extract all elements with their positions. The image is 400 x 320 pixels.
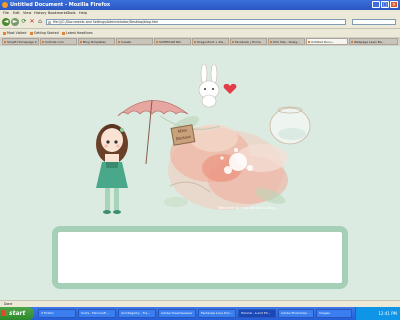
tab[interactable]: Create [116, 38, 153, 45]
menu-file[interactable]: File [3, 11, 9, 15]
search-input[interactable] [352, 19, 396, 25]
taskbar-item[interactable]: Adobe Photoshop ... [278, 309, 314, 318]
page-content: Miss Rerisse Welcome to miss.Rerisse's b… [0, 46, 400, 300]
tab[interactable]: SCHEDULE NO [154, 38, 191, 45]
bookmark-most-visited[interactable]: Most Visited [3, 31, 26, 35]
title-bar: Untitled Document - Mozilla Firefox _ □ … [0, 0, 400, 10]
tab[interactable]: Pick Site - Desig... [268, 38, 305, 45]
taskbar-item[interactable]: Scots - Microsoft ... [78, 309, 116, 318]
windows-logo-icon [2, 310, 8, 316]
maximize-button[interactable]: □ [381, 1, 389, 8]
bookmark-getting-started[interactable]: Getting Started [30, 31, 59, 35]
girl-character [96, 124, 128, 214]
close-button[interactable]: × [390, 1, 398, 8]
menu-history[interactable]: History [34, 11, 46, 15]
menu-view[interactable]: View [23, 11, 31, 15]
heart-icon [223, 83, 237, 94]
taskbar: start 3 Firefox Scots - Microsoft ... dv… [0, 307, 400, 320]
menu-help[interactable]: Help [79, 11, 87, 15]
bunny [198, 63, 220, 108]
content-box [52, 226, 348, 289]
page-icon [48, 21, 51, 24]
status-text: Done [4, 302, 13, 306]
window-title: Untitled Document - Mozilla Firefox [10, 2, 111, 8]
tab[interactable]: Blog Templates [78, 38, 115, 45]
bookmark-icon [3, 31, 6, 35]
rss-icon [62, 31, 65, 35]
start-button[interactable]: start [0, 307, 34, 320]
navigation-toolbar: ◄ ► ⟳ ✕ ⌂ file:///C:/Documents and Setti… [0, 16, 400, 29]
welcome-text: Welcome to miss.Rerisse's blog... [218, 206, 278, 210]
forward-button[interactable]: ► [11, 18, 19, 26]
minimize-button[interactable]: _ [372, 1, 380, 8]
menu-bookmarks[interactable]: Bookmarks [48, 11, 68, 15]
menu-edit[interactable]: Edit [13, 11, 20, 15]
taskbar-item[interactable]: 3 Firefox [38, 309, 76, 318]
taskbar-item[interactable]: dvd Registry - Fra... [118, 309, 156, 318]
clock: 12:41 PM [378, 311, 397, 316]
tab[interactable]: Shopfi Homepage 2 [2, 38, 39, 45]
taskbar-item-active[interactable]: Tutorial - Lucid Ph... [238, 309, 276, 318]
start-label: start [9, 310, 26, 317]
taskbar-item[interactable]: Adobe Dreamweaver [158, 309, 196, 318]
menu-tools[interactable]: Tools [67, 11, 76, 15]
home-button[interactable]: ⌂ [36, 18, 44, 26]
bookmark-icon [30, 31, 33, 35]
name-sign: Miss Rerisse [170, 124, 196, 146]
stop-button[interactable]: ✕ [28, 18, 36, 26]
tab[interactable]: Webpage Lawn Ba... [349, 38, 398, 45]
system-tray: 12:41 PM [355, 307, 400, 320]
tab-active[interactable]: Untitled Docu... [306, 38, 348, 45]
bookmark-latest-headlines[interactable]: Latest Headlines [62, 31, 93, 35]
tab[interactable]: Facebook | Home [230, 38, 267, 45]
address-bar[interactable]: file:///C:/Documents and Settings/Admini… [46, 19, 346, 25]
back-button[interactable]: ◄ [2, 18, 10, 26]
taskbar-item[interactable]: Fantasies Love Prin... [198, 309, 236, 318]
fishbowl [269, 106, 311, 145]
firefox-icon [2, 2, 8, 8]
reload-button[interactable]: ⟳ [20, 18, 28, 26]
tab[interactable]: Dragonfruit + Kis... [192, 38, 229, 45]
url-text: file:///C:/Documents and Settings/Admini… [53, 20, 159, 24]
taskbar-item[interactable]: Images [316, 309, 352, 318]
tab[interactable]: hotmail.com [40, 38, 77, 45]
